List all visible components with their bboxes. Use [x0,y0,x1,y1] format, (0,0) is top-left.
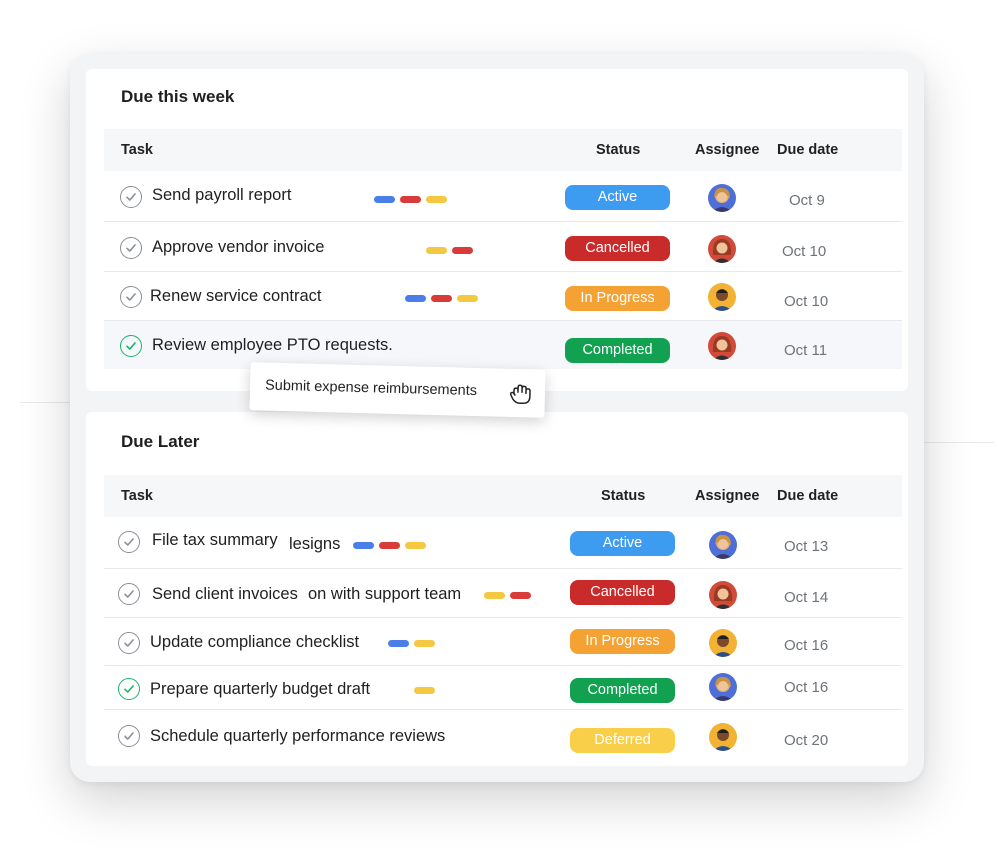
avatar[interactable] [709,581,737,609]
table-row[interactable]: Prepare quarterly budget draft Completed… [104,667,902,710]
tag-yellow [426,196,447,203]
task-label[interactable]: Prepare quarterly budget draft [150,680,370,699]
tag-yellow [426,247,447,254]
tag-blue [353,542,374,549]
header-status: Status [601,488,646,504]
avatar[interactable] [709,629,737,657]
tag-yellow [414,640,435,647]
status-badge[interactable]: Cancelled [570,580,675,605]
check-circle-icon[interactable] [120,186,142,208]
avatar[interactable] [709,673,737,701]
header-task: Task [121,488,153,504]
task-label[interactable]: Renew service contract [150,287,322,306]
tag-red [510,592,531,599]
status-badge[interactable]: Deferred [570,728,675,753]
tag-yellow [414,687,435,694]
tag-blue [405,295,426,302]
grab-hand-icon [509,384,531,405]
section-title: Due this week [121,87,235,106]
avatar[interactable] [708,235,736,263]
due-this-week-panel: Due this week Task Status Assignee Due d… [86,69,908,391]
avatar[interactable] [708,283,736,311]
status-badge[interactable]: Active [565,185,670,210]
tag-red [379,542,400,549]
task-label-overlap: lesigns [289,535,341,553]
status-badge[interactable]: In Progress [565,286,670,311]
section-title: Due Later [121,432,200,451]
tag-group [414,687,435,694]
header-assignee: Assignee [695,142,760,158]
task-label[interactable]: Review employee PTO requests. [152,336,393,355]
check-circle-done-icon[interactable] [120,335,142,357]
tag-group [388,640,435,647]
tag-blue [388,640,409,647]
task-label[interactable]: Update compliance checklist [150,633,359,652]
check-circle-icon[interactable] [118,725,140,747]
task-label[interactable]: Approve vendor invoice [152,238,324,257]
task-label-overlap: on with support team [308,585,462,603]
tag-group [374,196,447,203]
table-header: Task Status Assignee Due date [104,475,902,517]
tag-red [400,196,421,203]
check-circle-done-icon[interactable] [118,678,140,700]
table-row[interactable]: Renew service contract In Progress Oct 1… [104,273,902,321]
header-status: Status [596,142,641,158]
table-row[interactable]: File tax summary lesigns Active Oct 13 [104,518,902,569]
table-row[interactable]: Update compliance checklist In Progress … [104,619,902,666]
status-badge[interactable]: Completed [565,338,670,363]
tag-group [426,247,473,254]
task-label[interactable]: File tax summary [152,531,278,550]
due-date: Oct 13 [784,538,829,555]
tag-yellow [457,295,478,302]
avatar[interactable] [708,184,736,212]
due-date: Oct 11 [784,342,828,359]
table-header: Task Status Assignee Due date [104,129,902,171]
header-assignee: Assignee [695,488,760,504]
tag-yellow [484,592,505,599]
header-due-date: Due date [777,488,839,504]
tag-group [484,592,531,599]
avatar[interactable] [709,531,737,559]
due-date: Oct 10 [782,243,827,260]
due-date: Oct 20 [784,732,829,749]
header-due-date: Due date [777,142,839,158]
status-badge[interactable]: Completed [570,678,675,703]
tag-red [452,247,473,254]
check-circle-icon[interactable] [118,531,140,553]
due-date: Oct 14 [784,589,829,606]
header-task: Task [121,142,153,158]
tag-group [405,295,478,302]
due-date: Oct 16 [784,637,829,654]
status-badge[interactable]: Active [570,531,675,556]
table-row[interactable]: Review employee PTO requests. Completed … [104,321,902,369]
tag-red [431,295,452,302]
task-label[interactable]: Send payroll report [152,186,291,205]
tag-yellow [405,542,426,549]
table-row[interactable]: Schedule quarterly performance reviews D… [104,711,902,763]
table-row[interactable]: Approve vendor invoice Cancelled Oct 10 [104,223,902,272]
due-date: Oct 16 [784,679,829,696]
background-line [924,442,994,443]
due-date: Oct 9 [789,192,825,209]
dragged-task-label: Submit expense reimbursements [264,377,478,400]
avatar[interactable] [709,723,737,751]
check-circle-icon[interactable] [120,286,142,308]
dragged-task-card[interactable]: Submit expense reimbursements [249,362,546,418]
status-badge[interactable]: Cancelled [565,236,670,261]
task-label[interactable]: Schedule quarterly performance reviews [150,727,445,746]
table-row[interactable]: Send payroll report Active Oct 9 [104,172,902,222]
due-later-panel: Due Later Task Status Assignee Due date … [86,412,908,766]
status-badge[interactable]: In Progress [570,629,675,654]
due-date: Oct 10 [784,293,829,310]
check-circle-icon[interactable] [120,237,142,259]
tag-group [353,542,426,549]
check-circle-icon[interactable] [118,583,140,605]
avatar[interactable] [708,332,736,360]
check-circle-icon[interactable] [118,632,140,654]
table-row[interactable]: Send client invoices on with support tea… [104,570,902,618]
task-label[interactable]: Send client invoices [152,585,298,604]
tag-blue [374,196,395,203]
